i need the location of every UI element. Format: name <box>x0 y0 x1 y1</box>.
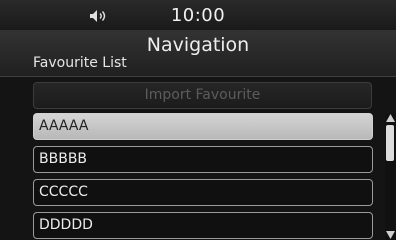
chevron-down-icon[interactable] <box>385 230 396 240</box>
scrollbar[interactable] <box>385 113 396 240</box>
favourite-item[interactable]: AAAAA <box>33 113 373 140</box>
chevron-up-icon[interactable] <box>385 113 396 123</box>
status-bar: 10:00 <box>0 0 396 31</box>
clock: 10:00 <box>170 5 226 26</box>
import-favourite-button[interactable]: Import Favourite <box>33 82 372 109</box>
header: Navigation Favourite List <box>0 30 396 77</box>
favourite-item[interactable]: DDDDD <box>33 212 373 239</box>
favourite-item[interactable]: BBBBB <box>33 146 373 173</box>
page-title: Navigation <box>146 34 250 56</box>
favourite-item[interactable]: CCCCC <box>33 179 373 206</box>
scroll-thumb[interactable] <box>386 125 394 161</box>
section-label: Favourite List <box>33 55 127 71</box>
